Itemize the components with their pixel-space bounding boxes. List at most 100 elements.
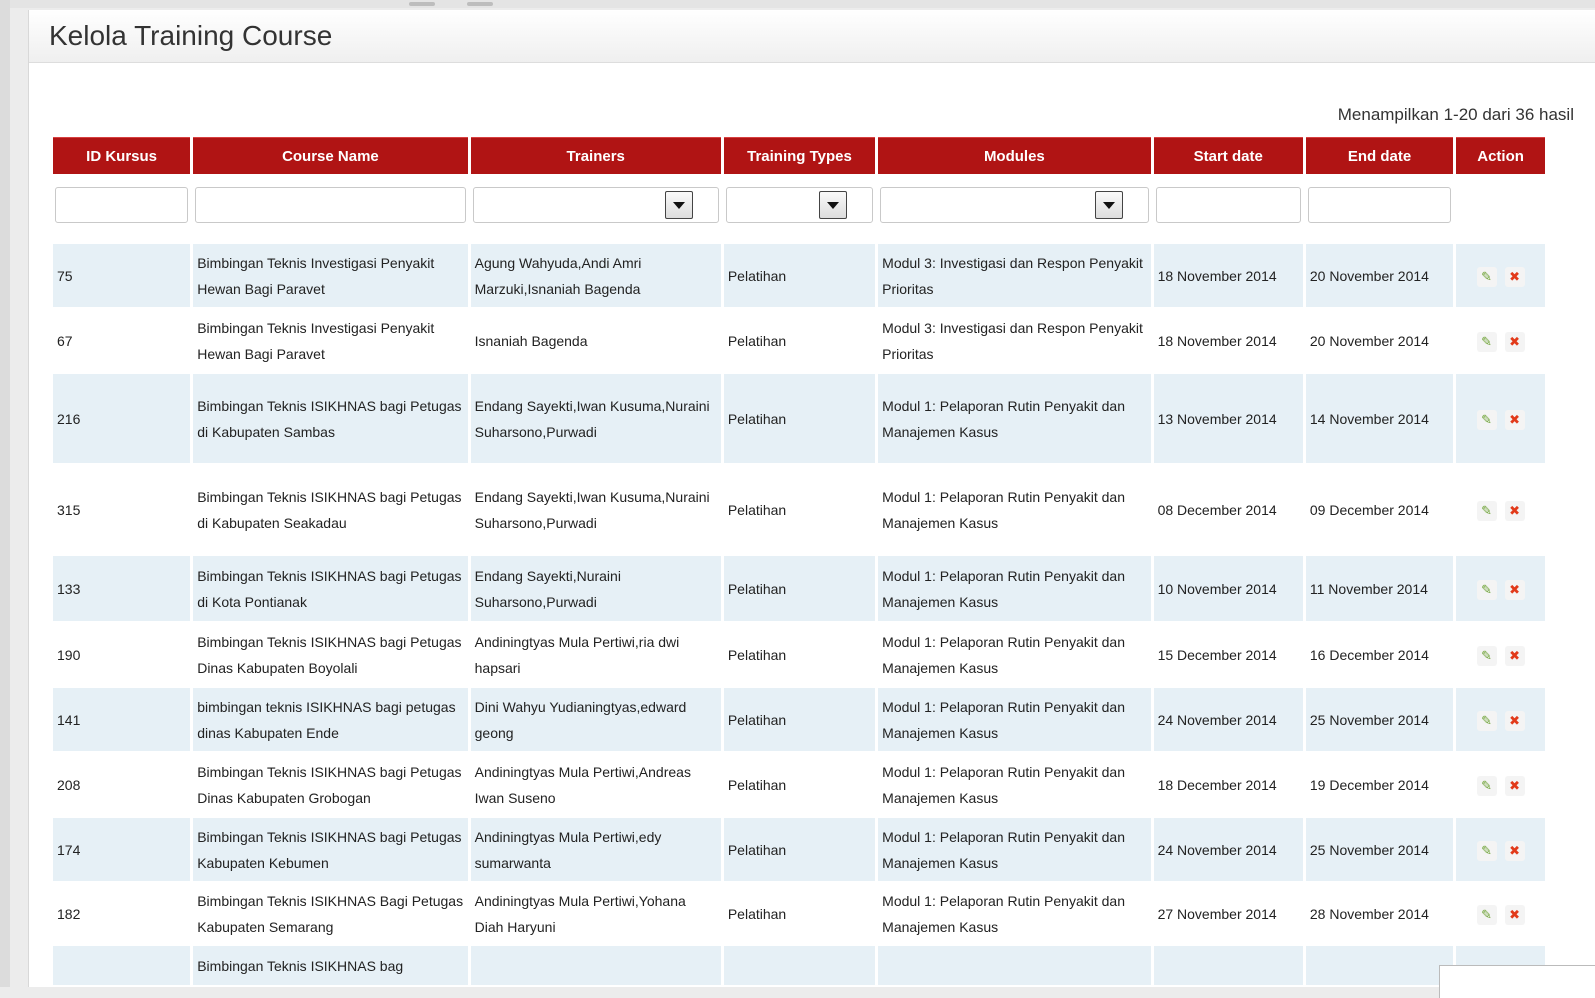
cell-training-type: Pelatihan: [723, 244, 876, 308]
cell-start-date: 27 November 2014: [1153, 882, 1303, 946]
cell-module: Modul 1: Pelaporan Rutin Penyakit dan Ma…: [878, 374, 1151, 464]
close-icon[interactable]: ✖: [1504, 840, 1525, 861]
table-row[interactable]: 190 Bimbingan Teknis ISIKHNAS bagi Petuga…: [53, 622, 1545, 688]
col-header-course-name[interactable]: Course Name: [193, 137, 468, 174]
cell-course-name: Bimbingan Teknis ISIKHNAS bagi Petugas d…: [193, 374, 468, 464]
table-row[interactable]: 208 Bimbingan Teknis ISIKHNAS bagi Petuga…: [53, 752, 1545, 818]
cell-actions: ✎ ✖: [1456, 818, 1545, 882]
col-header-modules[interactable]: Modules: [878, 137, 1151, 174]
cell-end-date: 25 November 2014: [1305, 688, 1454, 752]
table-row[interactable]: 75 Bimbingan Teknis Investigasi Penyakit …: [53, 244, 1545, 308]
cell-trainers: Andiningtyas Mula Pertiwi,edy sumarwanta: [470, 818, 721, 882]
cell-training-type: Pelatihan: [723, 818, 876, 882]
cell-start-date: 18 November 2014: [1153, 308, 1303, 374]
cell-course-name: Bimbingan Teknis ISIKHNAS Bagi Petugas K…: [193, 882, 468, 946]
pencil-icon[interactable]: ✎: [1476, 409, 1497, 430]
header-row: ID Kursus Course Name Trainers Training …: [53, 137, 1545, 174]
col-header-end-date[interactable]: End date: [1305, 137, 1454, 174]
cell-training-type: Pelatihan: [723, 752, 876, 818]
cell-course-name: Bimbingan Teknis ISIKHNAS bagi Petugas D…: [193, 622, 468, 688]
pencil-icon[interactable]: ✎: [1476, 500, 1497, 521]
cell-id: [53, 946, 191, 986]
cell-training-type: [723, 946, 876, 986]
cell-actions: ✎ ✖: [1456, 688, 1545, 752]
cell-trainers: Andiningtyas Mula Pertiwi,Yohana Diah Ha…: [470, 882, 721, 946]
col-header-id[interactable]: ID Kursus: [53, 137, 191, 174]
filter-modules-select[interactable]: [880, 187, 1149, 223]
table-row[interactable]: 174 Bimbingan Teknis ISIKHNAS bagi Petuga…: [53, 818, 1545, 882]
cell-end-date: 28 November 2014: [1305, 882, 1454, 946]
table-row[interactable]: 141 bimbingan teknis ISIKHNAS bagi petuga…: [53, 688, 1545, 752]
cell-course-name: Bimbingan Teknis Investigasi Penyakit He…: [193, 244, 468, 308]
cell-id: 216: [53, 374, 191, 464]
cell-course-name: Bimbingan Teknis ISIKHNAS bagi Petugas D…: [193, 752, 468, 818]
pencil-icon[interactable]: ✎: [1476, 331, 1497, 352]
filter-end-date-input[interactable]: [1307, 187, 1452, 223]
cell-id: 141: [53, 688, 191, 752]
cell-module: Modul 3: Investigasi dan Respon Penyakit…: [878, 244, 1151, 308]
cell-module: Modul 1: Pelaporan Rutin Penyakit dan Ma…: [878, 818, 1151, 882]
cell-module: Modul 1: Pelaporan Rutin Penyakit dan Ma…: [878, 882, 1151, 946]
table-row[interactable]: 216 Bimbingan Teknis ISIKHNAS bagi Petuga…: [53, 374, 1545, 464]
cell-end-date: 09 December 2014: [1305, 464, 1454, 556]
close-icon[interactable]: ✖: [1504, 775, 1525, 796]
pencil-icon[interactable]: ✎: [1476, 775, 1497, 796]
table-row[interactable]: 67 Bimbingan Teknis Investigasi Penyakit …: [53, 308, 1545, 374]
cell-end-date: [1305, 946, 1454, 986]
filter-trainers-select[interactable]: [472, 187, 719, 223]
cell-id: 67: [53, 308, 191, 374]
chevron-down-icon[interactable]: [664, 191, 693, 219]
filter-training-types-select[interactable]: [725, 187, 874, 223]
cell-end-date: 20 November 2014: [1305, 308, 1454, 374]
cell-module: Modul 1: Pelaporan Rutin Penyakit dan Ma…: [878, 688, 1151, 752]
course-table: ID Kursus Course Name Trainers Training …: [50, 137, 1548, 986]
close-icon[interactable]: ✖: [1504, 710, 1525, 731]
chevron-down-icon[interactable]: [819, 191, 848, 219]
cell-trainers: Isnaniah Bagenda: [470, 308, 721, 374]
pencil-icon[interactable]: ✎: [1476, 266, 1497, 287]
close-icon[interactable]: ✖: [1504, 266, 1525, 287]
close-icon[interactable]: ✖: [1504, 409, 1525, 430]
close-icon[interactable]: ✖: [1504, 331, 1525, 352]
top-decoration: [405, 0, 505, 8]
pencil-icon[interactable]: ✎: [1476, 579, 1497, 600]
col-header-start-date[interactable]: Start date: [1153, 137, 1303, 174]
table-row[interactable]: Bimbingan Teknis ISIKHNAS bag: [53, 946, 1545, 986]
pencil-icon[interactable]: ✎: [1476, 840, 1497, 861]
cell-actions: ✎ ✖: [1456, 308, 1545, 374]
cell-trainers: Andiningtyas Mula Pertiwi,Andreas Iwan S…: [470, 752, 721, 818]
cell-course-name: bimbingan teknis ISIKHNAS bagi petugas d…: [193, 688, 468, 752]
cell-training-type: Pelatihan: [723, 374, 876, 464]
corner-popup: [1439, 965, 1595, 998]
cell-start-date: 10 November 2014: [1153, 556, 1303, 622]
close-icon[interactable]: ✖: [1504, 579, 1525, 600]
col-header-trainers[interactable]: Trainers: [470, 137, 721, 174]
cell-start-date: 13 November 2014: [1153, 374, 1303, 464]
cell-training-type: Pelatihan: [723, 882, 876, 946]
cell-actions: ✎ ✖: [1456, 882, 1545, 946]
cell-trainers: Dini Wahyu Yudianingtyas,edward geong: [470, 688, 721, 752]
cell-actions: ✎ ✖: [1456, 752, 1545, 818]
pencil-icon[interactable]: ✎: [1476, 645, 1497, 666]
cell-actions: ✎ ✖: [1456, 556, 1545, 622]
close-icon[interactable]: ✖: [1504, 904, 1525, 925]
table-row[interactable]: 133 Bimbingan Teknis ISIKHNAS bagi Petuga…: [53, 556, 1545, 622]
table-row[interactable]: 315 Bimbingan Teknis ISIKHNAS bagi Petuga…: [53, 464, 1545, 556]
filter-start-date-input[interactable]: [1155, 187, 1301, 223]
cell-module: Modul 3: Investigasi dan Respon Penyakit…: [878, 308, 1151, 374]
col-header-training-types[interactable]: Training Types: [723, 137, 876, 174]
cell-actions: ✎ ✖: [1456, 374, 1545, 464]
pencil-icon[interactable]: ✎: [1476, 904, 1497, 925]
filter-course-name-input[interactable]: [195, 187, 466, 223]
cell-module: [878, 946, 1151, 986]
table-row[interactable]: 182 Bimbingan Teknis ISIKHNAS Bagi Petuga…: [53, 882, 1545, 946]
chevron-down-icon[interactable]: [1094, 191, 1123, 219]
cell-trainers: Agung Wahyuda,Andi Amri Marzuki,Isnaniah…: [470, 244, 721, 308]
close-icon[interactable]: ✖: [1504, 645, 1525, 666]
cell-training-type: Pelatihan: [723, 308, 876, 374]
close-icon[interactable]: ✖: [1504, 500, 1525, 521]
cell-start-date: 24 November 2014: [1153, 688, 1303, 752]
filter-id-input[interactable]: [55, 187, 189, 223]
pencil-icon[interactable]: ✎: [1476, 710, 1497, 731]
cell-start-date: 08 December 2014: [1153, 464, 1303, 556]
